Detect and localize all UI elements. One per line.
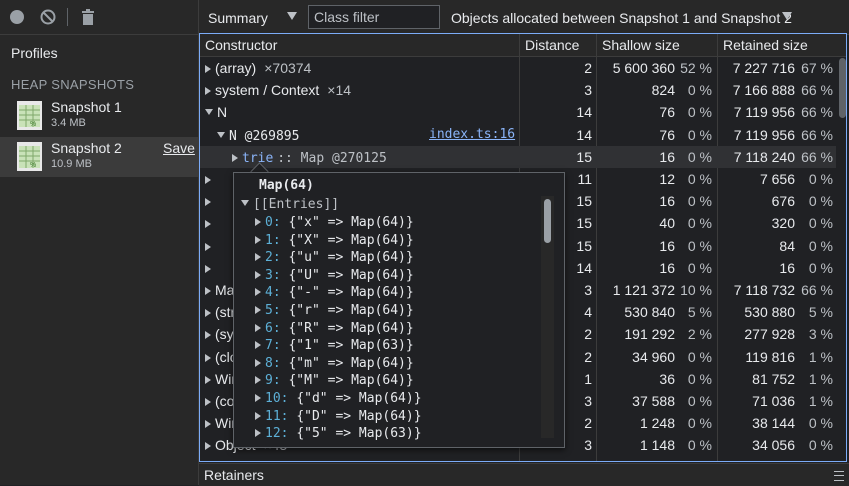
profiles-title: Profiles [11,45,58,61]
chevron-right-icon[interactable] [255,288,261,297]
map-entry[interactable]: 3: {"U" => Map(64)} [255,268,414,283]
entry-value: {"D" => Map(64)} [296,408,422,424]
map-entry[interactable]: 4: {"-" => Map(64)} [255,285,414,300]
map-entry[interactable]: 11: {"D" => Map(64)} [255,409,422,424]
view-select[interactable]: Summary [208,10,268,26]
map-entry[interactable]: 9: {"M" => Map(64)} [255,373,414,388]
clear-icon[interactable] [39,8,57,26]
entry-value: {"r" => Map(64)} [288,303,414,318]
snapshot-name: Snapshot 2 [51,140,122,156]
entry-index: 7: [265,338,281,354]
chevron-down-icon [241,200,249,206]
map-entry[interactable]: 10: {"d" => Map(64)} [255,391,422,406]
chevron-down-icon[interactable] [287,12,297,20]
chevron-down-icon[interactable] [782,12,792,20]
entry-value: {"R" => Map(64)} [288,320,414,336]
entry-index: 3: [265,267,281,283]
allocation-range-select[interactable]: Objects allocated between Snapshot 1 and… [451,10,792,26]
entry-index: 0: [265,215,281,230]
chevron-right-icon[interactable] [255,306,261,314]
entry-index: 1: [265,232,281,248]
map-entry[interactable]: 12: {"5" => Map(63)} [255,426,422,441]
popover-scrollbar[interactable] [544,199,551,243]
snapshot-size: 3.4 MB [51,117,86,129]
menu-icon[interactable] [834,471,844,481]
entry-index: 11: [265,408,289,424]
entry-index: 6: [265,320,281,336]
class-filter-input[interactable]: Class filter [308,5,440,29]
entries-label: [[Entries]] [253,197,340,212]
profiles-sidebar [0,0,199,485]
retainers-title[interactable]: Retainers [204,467,264,483]
snapshot-item-2[interactable]: % Snapshot 2 10.9 MB Save [0,137,198,177]
entry-index: 9: [265,373,281,389]
snapshot-icon: % [17,142,42,171]
entry-index: 12: [265,426,289,442]
entry-index: 8: [265,355,281,371]
entry-value: {"5" => Map(63)} [296,426,422,442]
chevron-right-icon[interactable] [255,218,261,226]
retainers-panel [199,463,849,486]
save-snapshot-link[interactable]: Save [163,140,195,156]
svg-text:%: % [30,121,36,128]
entry-index: 5: [265,303,281,318]
entry-index: 4: [265,285,281,301]
map-entry[interactable]: 6: {"R" => Map(64)} [255,321,414,336]
chevron-right-icon[interactable] [255,394,261,402]
entry-value: {"x" => Map(64)} [288,215,414,230]
chevron-right-icon[interactable] [255,341,261,350]
svg-text:%: % [30,162,36,169]
entry-value: {"X" => Map(64)} [288,232,414,248]
entry-value: {"U" => Map(64)} [288,267,414,283]
chevron-right-icon[interactable] [255,358,261,367]
snapshot-size: 10.9 MB [51,158,92,170]
map-entry[interactable]: 7: {"1" => Map(63)} [255,338,414,353]
chevron-right-icon[interactable] [255,411,261,420]
trash-icon[interactable] [79,8,97,26]
snapshot-name: Snapshot 1 [51,99,122,115]
heap-snapshots-heading: HEAP SNAPSHOTS [11,77,135,92]
entry-index: 10: [265,391,289,406]
popover-title: Map(64) [259,178,314,193]
entry-value: {"m" => Map(64)} [288,355,414,371]
chevron-right-icon[interactable] [255,253,261,262]
left-toolbar [0,0,198,35]
entry-value: {"M" => Map(64)} [288,373,414,389]
snapshot-item-1[interactable]: % Snapshot 1 3.4 MB [0,96,198,136]
entry-value: {"-" => Map(64)} [288,285,414,301]
entry-value: {"1" => Map(63)} [288,338,414,354]
chevron-right-icon[interactable] [255,376,261,385]
map-entry[interactable]: 2: {"u" => Map(64)} [255,250,414,265]
chevron-right-icon[interactable] [255,323,261,332]
map-entry[interactable]: 8: {"m" => Map(64)} [255,356,414,371]
entry-value: {"u" => Map(64)} [288,250,414,266]
map-entry[interactable]: 0: {"x" => Map(64)} [255,215,414,230]
record-icon[interactable] [8,8,26,26]
chevron-right-icon[interactable] [255,270,261,279]
toolbar-divider [67,8,68,26]
entries-toggle[interactable]: [[Entries]] [241,197,339,212]
chevron-right-icon[interactable] [255,235,261,244]
snapshot-icon: % [17,101,42,130]
chevron-right-icon[interactable] [255,429,261,438]
entry-index: 2: [265,250,281,266]
entry-value: {"d" => Map(64)} [296,391,422,406]
map-entry[interactable]: 1: {"X" => Map(64)} [255,233,414,248]
map-entry[interactable]: 5: {"r" => Map(64)} [255,303,414,318]
